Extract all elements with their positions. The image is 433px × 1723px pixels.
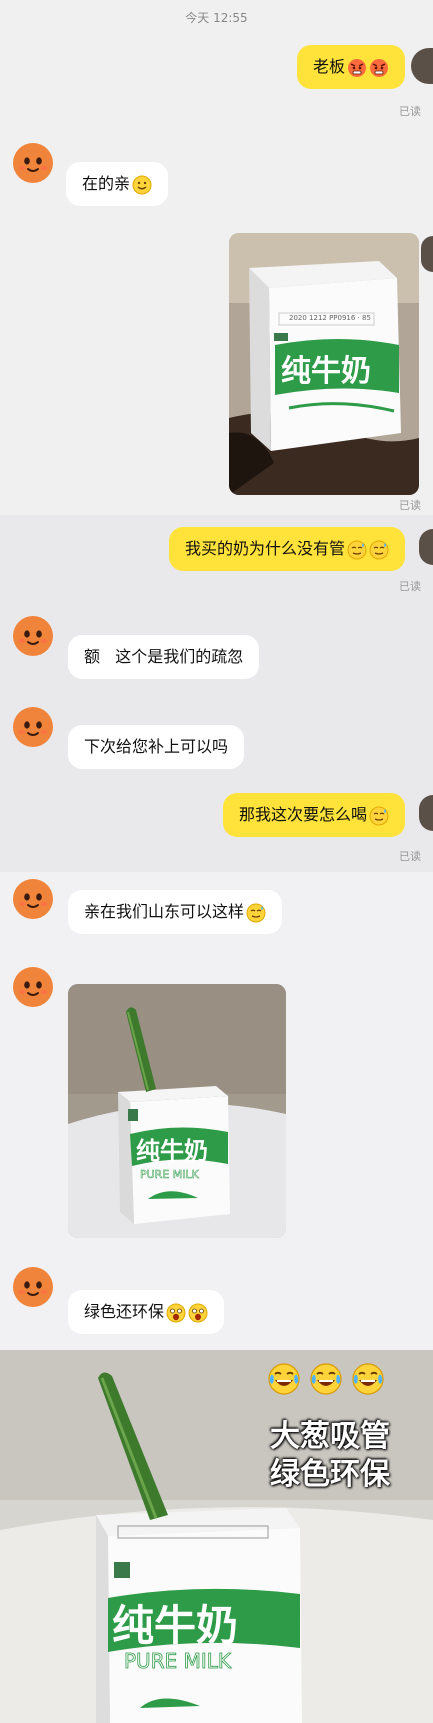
meme-photo: 纯牛奶 PURE MILK [0,1350,433,1723]
message-text: 在的亲 [82,174,131,193]
message-text: 我买的奶为什么没有管 [184,539,345,558]
message-text: 额 这个是我们的疏忽 [84,647,244,666]
meme-caption-line-2: 绿色环保 [270,1457,390,1492]
message-text: 老板 [312,57,345,76]
caption-emoji-row [265,1362,385,1396]
my-avatar[interactable] [419,529,433,565]
message-bubble-question[interactable]: 那我这次要怎么喝 [222,793,405,837]
meme-caption: 大葱吸管 绿色环保 [255,1418,405,1494]
my-avatar[interactable] [419,795,433,831]
product-name: 纯牛奶 [281,354,371,389]
awkward-icon [347,540,367,560]
message-text: 下次给您补上可以吗 [84,737,229,756]
product-name: 纯牛奶 [136,1137,208,1165]
message-text: 那我这次要怎么喝 [238,805,367,824]
seller-avatar[interactable] [10,962,56,1008]
seller-avatar[interactable] [10,874,56,920]
seller-avatar[interactable] [10,702,56,748]
read-receipt: 已读 [399,499,421,512]
angry-icon [347,58,367,78]
print-code: 2020 1212 PP0916 · 85 [289,314,371,322]
read-receipt: 已读 [399,105,421,118]
message-text: 亲在我们山东可以这样 [84,902,245,921]
shock-icon [166,1303,186,1323]
my-avatar[interactable] [421,236,433,272]
shock-icon [188,1303,208,1323]
my-avatar[interactable] [411,48,433,84]
seller-avatar[interactable] [10,138,56,184]
seller-avatar[interactable] [10,611,56,657]
message-text: 绿色还环保 [84,1302,165,1321]
message-bubble-offer[interactable]: 下次给您补上可以吗 [68,725,245,769]
read-receipt: 已读 [399,850,421,863]
product-english: PURE MILK [124,1649,232,1673]
laughing-crying-icon [267,1362,301,1396]
seller-avatar[interactable] [10,1262,56,1308]
meme-background: 纯牛奶 PURE MILK [0,1350,433,1723]
read-receipt: 已读 [399,580,421,593]
laughing-crying-icon [309,1362,343,1396]
smile-icon [132,175,152,195]
message-bubble-reply[interactable]: 在的亲 [66,162,169,206]
message-bubble-apology[interactable]: 额 这个是我们的疏忽 [68,635,260,679]
product-english: PURE MILK [140,1168,200,1181]
message-bubble-eco[interactable]: 绿色还环保 [68,1290,225,1334]
photo-milk-box-no-straw[interactable]: 2020 1212 PP0916 · 85 纯牛奶 [229,233,419,495]
awkward-icon [369,540,389,560]
message-bubble-boss[interactable]: 老板 [296,45,405,89]
product-name: 纯牛奶 [112,1601,238,1650]
message-bubble-complaint[interactable]: 我买的奶为什么没有管 [168,527,405,571]
meme-caption-line-1: 大葱吸管 [270,1419,390,1454]
chat-timestamp: 今天 12:55 [185,11,248,25]
photo-milk-with-scallion-straw[interactable]: 纯牛奶 PURE MILK [68,984,286,1238]
chat-panel-1: 今天 12:55 老板 已读 在的亲 2020 1212 PP0916 · 85… [0,0,433,515]
awkward-icon [246,903,266,923]
chat-panel-3: 亲在我们山东可以这样 纯牛奶 PURE MILK 绿色还环保 [0,872,433,1350]
laughing-crying-icon [351,1362,385,1396]
chat-panel-2: 我买的奶为什么没有管 已读 额 这个是我们的疏忽 下次给您补上可以吗 那我这次要… [0,515,433,872]
awkward-icon [369,806,389,826]
angry-icon [369,58,389,78]
message-bubble-suggestion[interactable]: 亲在我们山东可以这样 [68,890,283,934]
